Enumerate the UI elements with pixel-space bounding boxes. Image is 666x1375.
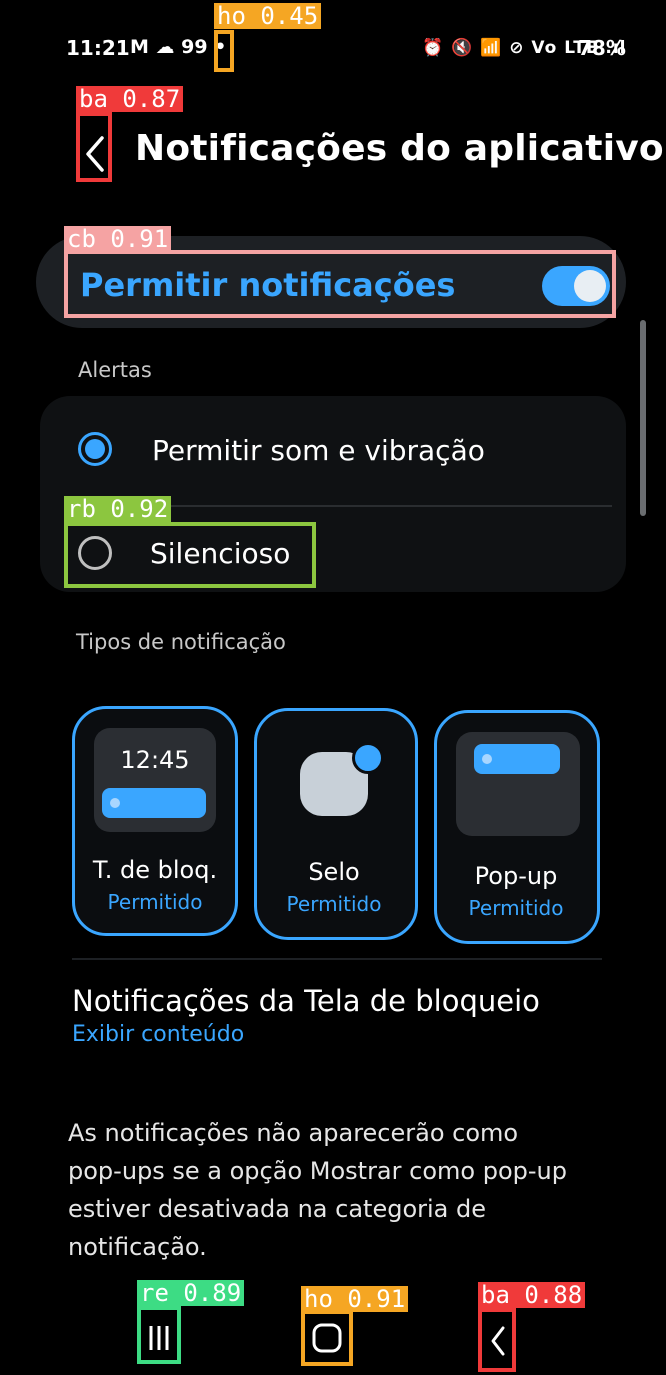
detection-label: re 0.89 [137,1280,245,1306]
detection-label: ba 0.87 [76,86,184,112]
lockscreen-preview-bar [102,788,206,818]
notification-types-header: Tipos de notificação [76,630,286,654]
divider [152,505,612,507]
detection-label: ho 0.91 [301,1286,409,1312]
info-text: As notificações não aparecerão como pop-… [68,1119,567,1261]
detection-box [301,1310,353,1366]
battery-level: 78% [578,36,626,60]
type-status-popup: Permitido [468,896,564,920]
page-title: Notificações do aplicativo [135,128,664,169]
popup-preview-bar [474,744,560,774]
lockscreen-notifications-value[interactable]: Exibir conteúdo [72,1022,244,1047]
detection-label: ba 0.88 [478,1282,586,1308]
status-time: 11:21 [66,36,130,60]
detection-box [76,112,112,182]
type-name-lockscreen: T. de bloq. [92,856,218,884]
status-icons-left: M ☁ 99 • [130,36,227,58]
detection-label: rb 0.92 [64,496,172,522]
detection-label: cb 0.91 [64,226,172,252]
detection-label: ho 0.45 [214,3,322,29]
type-name-badge: Selo [308,858,360,886]
lockscreen-notifications-title[interactable]: Notificações da Tela de bloqueio [72,984,540,1018]
scrollbar[interactable] [640,320,646,516]
detection-box [137,1306,181,1364]
radio-sound-vibration-label[interactable]: Permitir som e vibração [152,434,485,467]
radio-selected-dot [85,439,105,459]
badge-dot [352,742,384,774]
divider [72,958,602,960]
detection-box [64,522,316,588]
alerts-header: Alertas [78,358,152,382]
lockscreen-preview-time: 12:45 [120,746,190,774]
type-status-lockscreen: Permitido [107,890,203,914]
type-name-popup: Pop-up [474,862,558,890]
type-status-badge: Permitido [286,892,382,916]
detection-box [214,30,234,72]
detection-box [64,250,616,318]
detection-box [478,1308,516,1372]
